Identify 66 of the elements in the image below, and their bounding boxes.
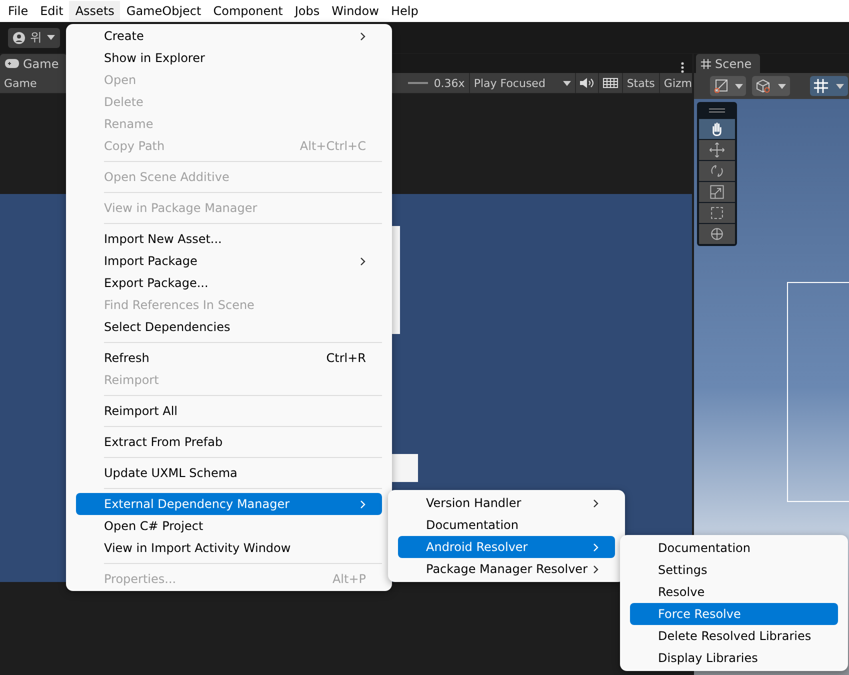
menu-item[interactable]: Documentation xyxy=(398,514,615,536)
menu-item[interactable]: Open C# Project xyxy=(76,515,382,537)
tool-button[interactable] xyxy=(699,161,735,181)
menu-item[interactable]: Create xyxy=(76,25,382,47)
menu-bar-item[interactable]: Assets xyxy=(69,1,120,21)
caret-icon xyxy=(47,35,55,40)
menu-item[interactable]: Export Package... xyxy=(76,272,382,294)
stats-button[interactable]: Stats xyxy=(622,73,659,93)
menu-item[interactable]: Delete Resolved Libraries xyxy=(630,625,838,647)
render-mode-button[interactable] xyxy=(752,76,790,96)
cube-icon xyxy=(756,79,771,93)
tool-button[interactable] xyxy=(699,182,735,202)
menu-item[interactable]: Refresh Ctrl+R xyxy=(76,347,382,369)
tool-button[interactable] xyxy=(699,140,735,160)
grid-icon xyxy=(814,79,828,93)
user-icon xyxy=(13,32,25,44)
account-button[interactable]: 위 xyxy=(8,28,60,48)
play-mode-dropdown[interactable]: Play Focused xyxy=(468,73,575,93)
menu-item[interactable]: Version Handler xyxy=(398,492,615,514)
rotate-icon xyxy=(708,162,726,180)
transform-icon xyxy=(708,225,726,243)
menu-bar-item[interactable]: Component xyxy=(207,1,289,21)
game-tab[interactable]: Game xyxy=(0,54,67,73)
draw-mode-button[interactable] xyxy=(710,76,746,96)
scale-icon xyxy=(708,183,726,201)
caret-icon xyxy=(778,84,786,88)
hash-icon xyxy=(701,58,711,68)
scale-label: 0.36x xyxy=(434,76,465,90)
menu-item[interactable]: Import New Asset... xyxy=(76,228,382,250)
more-icon[interactable] xyxy=(681,62,684,73)
menu-item[interactable]: Package Manager Resolver xyxy=(398,558,615,580)
keyboard-icon xyxy=(602,78,618,88)
tool-button[interactable] xyxy=(699,119,735,139)
scene-tab[interactable]: Scene xyxy=(696,54,760,73)
menu-bar-item[interactable]: GameObject xyxy=(120,1,208,21)
menu-item[interactable]: Update UXML Schema xyxy=(76,462,382,484)
caret-icon xyxy=(734,84,742,88)
menu-item[interactable]: Android Resolver xyxy=(398,536,615,558)
menu-item[interactable]: Force Resolve xyxy=(630,603,838,625)
tool-button[interactable] xyxy=(699,203,735,223)
menu-item[interactable]: Settings xyxy=(630,559,838,581)
menu-item[interactable]: External Dependency Manager xyxy=(76,493,382,515)
tool-button[interactable] xyxy=(699,224,735,244)
menu-bar-item[interactable]: Window xyxy=(326,1,385,21)
menu-item[interactable]: Select Dependencies xyxy=(76,316,382,338)
menu-item[interactable]: View in Import Activity Window xyxy=(76,537,382,559)
menu-item[interactable]: Documentation xyxy=(630,537,838,559)
caret-icon xyxy=(836,84,844,88)
gamepad-icon xyxy=(5,59,19,68)
menu-item[interactable]: Import Package xyxy=(76,250,382,272)
move-icon xyxy=(708,141,726,159)
menu-bar-item[interactable]: Jobs xyxy=(288,1,326,21)
menu-item[interactable]: Reimport All xyxy=(76,400,382,422)
menu-item[interactable]: Extract From Prefab xyxy=(76,431,382,453)
grid-button[interactable] xyxy=(810,76,848,96)
shading-icon xyxy=(714,79,728,93)
menu-item[interactable]: Resolve xyxy=(630,581,838,603)
menu-bar-item[interactable]: Help xyxy=(384,1,424,21)
caret-icon xyxy=(562,80,571,86)
menu-bar-item[interactable]: File xyxy=(2,1,34,21)
rect-icon xyxy=(708,204,726,222)
menu-item[interactable]: Display Libraries xyxy=(630,647,838,669)
menu-item[interactable]: Show in Explorer xyxy=(76,47,382,69)
speaker-icon xyxy=(580,78,594,88)
menu-bar-item[interactable]: Edit xyxy=(34,1,70,21)
gizmos-button[interactable]: Gizm xyxy=(658,73,692,93)
